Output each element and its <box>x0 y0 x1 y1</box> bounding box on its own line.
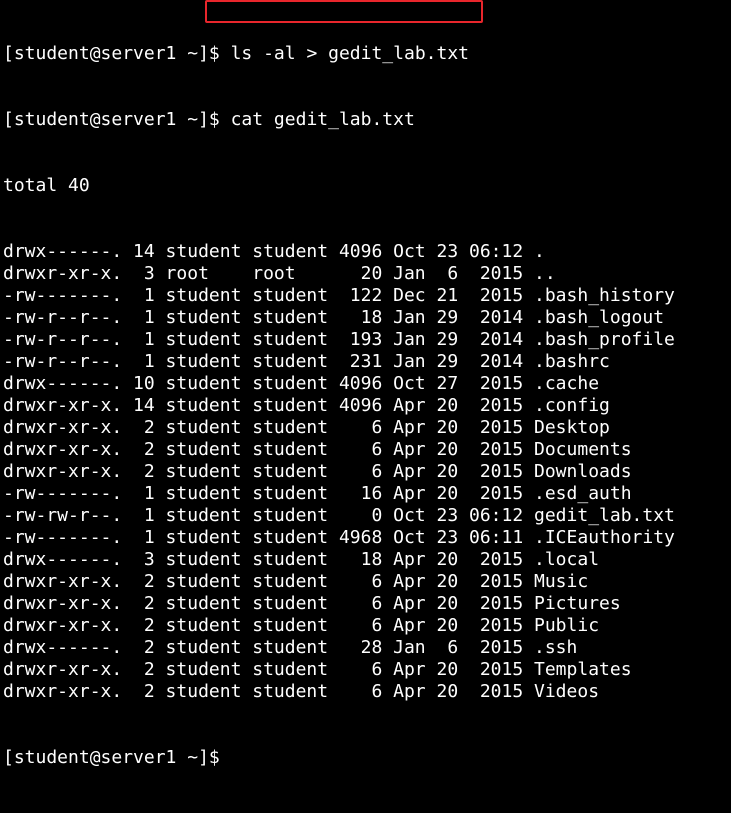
listing-row: -rw-------. 1 student student 16 Apr 20 … <box>3 483 632 504</box>
command-highlight-box <box>205 0 483 23</box>
listing-row: drwxr-xr-x. 2 student student 6 Apr 20 2… <box>3 659 632 680</box>
listing-row: drwx------. 10 student student 4096 Oct … <box>3 373 600 394</box>
listing-total: total 40 <box>3 175 90 196</box>
listing-row: drwxr-xr-x. 2 student student 6 Apr 20 2… <box>3 681 600 702</box>
listing-row: drwxr-xr-x. 2 student student 6 Apr 20 2… <box>3 571 589 592</box>
shell-prompt: [student@server1 ~]$ <box>3 43 220 64</box>
command-text: ls -al > gedit_lab.txt <box>219 43 469 64</box>
listing-row: drwxr-xr-x. 2 student student 6 Apr 20 2… <box>3 615 600 636</box>
listing-row: drwx------. 3 student student 18 Apr 20 … <box>3 549 600 570</box>
listing-row: drwx------. 14 student student 4096 Oct … <box>3 241 545 262</box>
listing-row: -rw-r--r--. 1 student student 18 Jan 29 … <box>3 307 665 328</box>
listing-row: -rw-r--r--. 1 student student 231 Jan 29… <box>3 351 610 372</box>
listing-row: -rw-rw-r--. 1 student student 0 Oct 23 0… <box>3 505 675 526</box>
listing-row: drwxr-xr-x. 2 student student 6 Apr 20 2… <box>3 417 610 438</box>
listing-row: drwx------. 2 student student 28 Jan 6 2… <box>3 637 578 658</box>
directory-listing: drwx------. 14 student student 4096 Oct … <box>3 241 731 703</box>
command-text: cat gedit_lab.txt <box>219 109 415 130</box>
terminal-window[interactable]: [student@server1 ~]$ ls -al > gedit_lab.… <box>3 0 731 768</box>
listing-row: -rw-r--r--. 1 student student 193 Jan 29… <box>3 329 675 350</box>
shell-prompt: [student@server1 ~]$ <box>3 747 220 768</box>
listing-row: -rw-------. 1 student student 4968 Oct 2… <box>3 527 675 548</box>
listing-row: drwxr-xr-x. 2 student student 6 Apr 20 2… <box>3 593 621 614</box>
listing-row: drwxr-xr-x. 14 student student 4096 Apr … <box>3 395 610 416</box>
listing-row: -rw-------. 1 student student 122 Dec 21… <box>3 285 675 306</box>
command-line-final[interactable]: [student@server1 ~]$ <box>3 747 731 769</box>
listing-row: drwxr-xr-x. 2 student student 6 Apr 20 2… <box>3 461 632 482</box>
listing-row: drwxr-xr-x. 2 student student 6 Apr 20 2… <box>3 439 632 460</box>
shell-prompt: [student@server1 ~]$ <box>3 109 220 130</box>
command-line-ls: [student@server1 ~]$ ls -al > gedit_lab.… <box>3 43 731 65</box>
listing-row: drwxr-xr-x. 3 root root 20 Jan 6 2015 .. <box>3 263 556 284</box>
command-line-cat: [student@server1 ~]$ cat gedit_lab.txt <box>3 109 731 131</box>
